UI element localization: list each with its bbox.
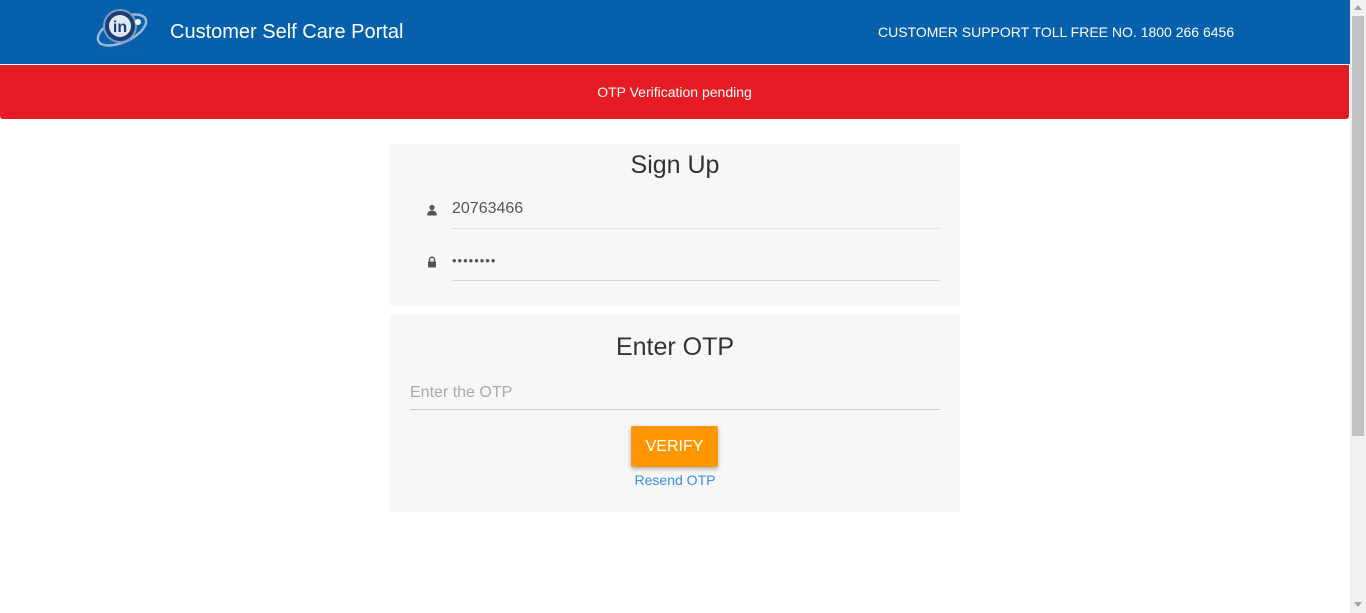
svg-text:in: in [113, 19, 127, 36]
username-field[interactable]: 20763466 [452, 199, 940, 229]
user-icon [427, 204, 437, 216]
password-field[interactable]: •••••••• [452, 251, 940, 281]
header-bar: in DIGITAL Customer Self Care Portal CUS… [0, 0, 1350, 64]
signup-title: Sign Up [630, 151, 720, 179]
svg-text:DIGITAL: DIGITAL [103, 51, 144, 58]
signup-card: Sign Up 20763466 •••••••• [390, 144, 960, 306]
portal-title: Customer Self Care Portal [170, 21, 404, 43]
otp-title: Enter OTP [615, 333, 735, 361]
scroll-up-arrow-icon[interactable] [1354, 5, 1362, 10]
scroll-down-arrow-icon[interactable] [1354, 602, 1362, 607]
lock-icon [428, 256, 436, 268]
scrollbar-thumb[interactable] [1352, 16, 1364, 436]
otp-pending-alert: OTP Verification pending [0, 65, 1349, 119]
page: in DIGITAL Customer Self Care Portal CUS… [0, 0, 1366, 613]
resend-otp-link[interactable]: Resend OTP [390, 472, 960, 489]
verify-button[interactable]: VERIFY [631, 426, 718, 467]
otp-input[interactable] [410, 376, 940, 410]
support-number: CUSTOMER SUPPORT TOLL FREE NO. 1800 266 … [878, 24, 1235, 40]
otp-card: Enter OTP VERIFY Resend OTP [390, 314, 960, 512]
in-digital-logo-icon: in DIGITAL [96, 9, 148, 58]
page-scrollbar[interactable] [1350, 0, 1366, 613]
